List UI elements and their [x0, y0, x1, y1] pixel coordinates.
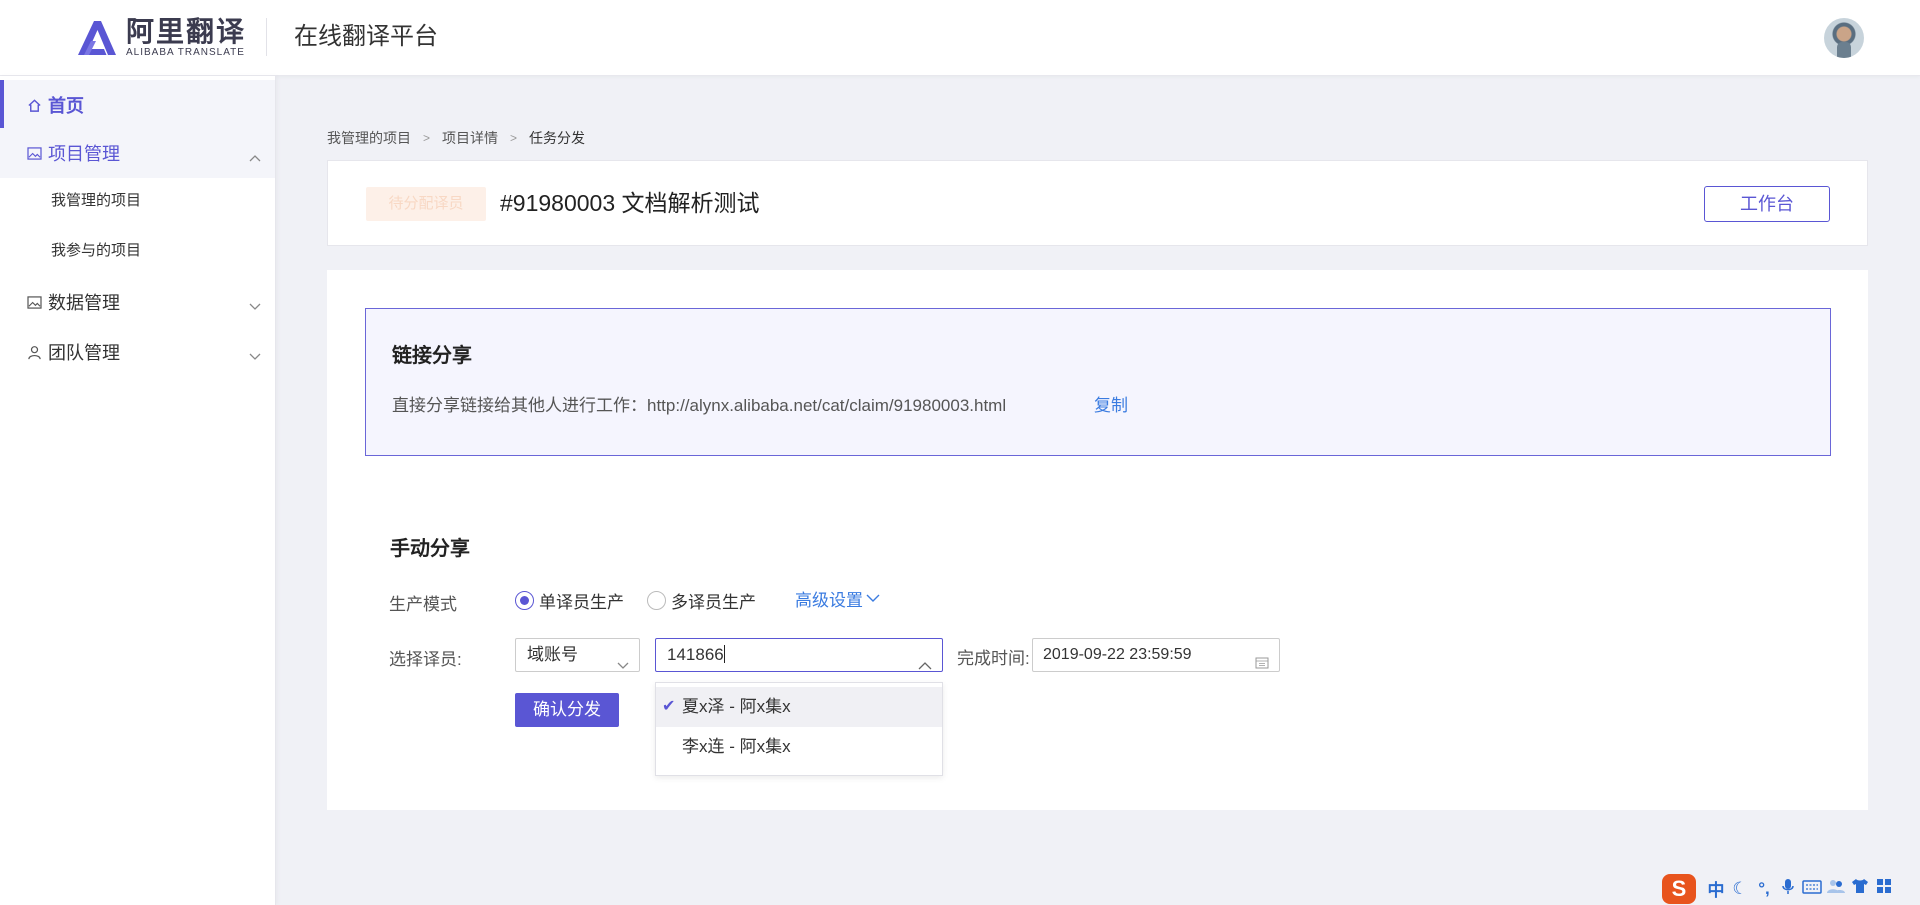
grid-menu-icon[interactable] — [1872, 878, 1896, 899]
moon-icon[interactable]: ☾ — [1728, 879, 1752, 899]
chevron-down-icon — [249, 345, 261, 366]
translator-search-input[interactable]: 141866 — [655, 638, 943, 672]
radio-checked-icon — [515, 591, 534, 610]
advanced-settings-label: 高级设置 — [795, 591, 863, 610]
link-share-title: 链接分享 — [392, 345, 472, 367]
manual-share-title: 手动分享 — [390, 538, 470, 560]
radio-unchecked-icon — [647, 591, 666, 610]
share-link-text: 直接分享链接给其他人进行工作：http://alynx.alibaba.net/… — [392, 396, 1007, 415]
radio-label: 多译员生产 — [671, 593, 756, 612]
alibaba-translate-logo[interactable]: 阿里翻译 ALIBABA TRANSLATE — [74, 16, 246, 60]
account-type-value: 域账号 — [527, 645, 578, 664]
text-cursor — [723, 645, 725, 663]
dropdown-option[interactable]: 李x连 - 阿x集x — [656, 727, 942, 767]
sidebar-item-data-management[interactable]: 数据管理 — [0, 277, 275, 327]
sidebar-item-project-management[interactable]: 项目管理 — [0, 128, 275, 178]
translator-search-value: 141866 — [667, 645, 724, 664]
check-icon: ✔ — [662, 698, 676, 715]
link-share-box: 链接分享 直接分享链接给其他人进行工作：http://alynx.alibaba… — [365, 308, 1831, 456]
logo-icon — [78, 21, 116, 55]
logo-en-text: ALIBABA TRANSLATE — [126, 47, 245, 58]
chevron-down-icon — [249, 295, 261, 316]
advanced-settings-link[interactable]: 高级设置 — [795, 586, 880, 611]
dropdown-option-label: 夏x泽 - 阿x集x — [682, 697, 791, 716]
radio-label: 单译员生产 — [539, 593, 624, 612]
top-header: 阿里翻译 ALIBABA TRANSLATE 在线翻译平台 — [0, 0, 1920, 76]
sidebar-item-label: 团队管理 — [48, 343, 120, 363]
image-icon — [26, 294, 42, 310]
confirm-distribute-button[interactable]: 确认分发 — [515, 693, 619, 727]
single-translator-radio[interactable]: 单译员生产 — [515, 588, 624, 613]
deadline-value: 2019-09-22 23:59:59 — [1043, 646, 1192, 663]
deadline-label: 完成时间: — [957, 649, 1030, 668]
sidebar-subitem-my-participated-projects[interactable]: 我参与的项目 — [51, 226, 141, 276]
status-badge: 待分配译员 — [366, 187, 486, 221]
translator-dropdown: ✔ 夏x泽 - 阿x集x 李x连 - 阿x集x — [655, 682, 943, 776]
ime-toolbar: S 中 ☾ °, — [1662, 872, 1920, 905]
account-type-select[interactable]: 域账号 — [515, 638, 640, 672]
ime-language-toggle[interactable]: 中 — [1704, 876, 1728, 901]
production-mode-label: 生产模式 — [389, 595, 457, 614]
project-header-card: 待分配译员 #91980003 文档解析测试 工作台 — [327, 160, 1868, 246]
image-icon — [26, 145, 42, 161]
sidebar-item-home[interactable]: 首页 — [0, 80, 275, 130]
sidebar-item-label: 数据管理 — [48, 293, 120, 313]
sidebar-item-label: 项目管理 — [48, 144, 120, 164]
header-divider — [266, 18, 267, 56]
chevron-down-icon — [617, 649, 629, 681]
multi-translator-radio[interactable]: 多译员生产 — [647, 588, 756, 613]
calendar-icon[interactable] — [1255, 649, 1269, 681]
copy-link-button[interactable]: 复制 — [1094, 391, 1128, 416]
chevron-right-icon: > — [423, 131, 431, 145]
chevron-right-icon: > — [510, 131, 518, 145]
user-icon — [26, 344, 42, 360]
keyboard-icon[interactable] — [1800, 879, 1824, 899]
logo-cn-text: 阿里翻译 — [126, 16, 247, 47]
platform-title: 在线翻译平台 — [294, 23, 438, 50]
project-title: #91980003 文档解析测试 — [500, 190, 760, 216]
sidebar-item-label: 首页 — [48, 96, 84, 116]
sidebar-subitem-my-managed-projects[interactable]: 我管理的项目 — [51, 176, 141, 226]
user-avatar[interactable] — [1824, 18, 1864, 58]
select-translator-label: 选择译员: — [389, 650, 462, 669]
breadcrumb-item[interactable]: 我管理的项目 — [327, 128, 411, 148]
chevron-down-icon — [866, 594, 880, 602]
sogou-ime-logo[interactable]: S — [1662, 873, 1696, 904]
task-distribution-panel: 链接分享 直接分享链接给其他人进行工作：http://alynx.alibaba… — [327, 270, 1868, 810]
breadcrumb-item[interactable]: 项目详情 — [442, 128, 498, 148]
chevron-up-icon — [249, 146, 261, 167]
dropdown-option-label: 李x连 - 阿x集x — [682, 737, 791, 756]
breadcrumb: 我管理的项目 > 项目详情 > 任务分发 — [327, 128, 585, 148]
home-icon — [26, 97, 42, 113]
breadcrumb-current: 任务分发 — [529, 130, 586, 146]
sidebar: 首页 项目管理 我管理的项目 我参与的项目 数据管理 团队管理 — [0, 76, 276, 905]
chevron-up-icon — [918, 649, 932, 681]
workbench-button[interactable]: 工作台 — [1704, 186, 1830, 222]
dropdown-option[interactable]: ✔ 夏x泽 - 阿x集x — [656, 687, 942, 727]
shirt-icon[interactable] — [1848, 878, 1872, 899]
user-pair-icon[interactable] — [1824, 878, 1848, 899]
deadline-date-input[interactable]: 2019-09-22 23:59:59 — [1032, 638, 1280, 672]
punctuation-icon[interactable]: °, — [1752, 879, 1776, 899]
microphone-icon[interactable] — [1776, 878, 1800, 900]
sidebar-item-team-management[interactable]: 团队管理 — [0, 327, 275, 377]
